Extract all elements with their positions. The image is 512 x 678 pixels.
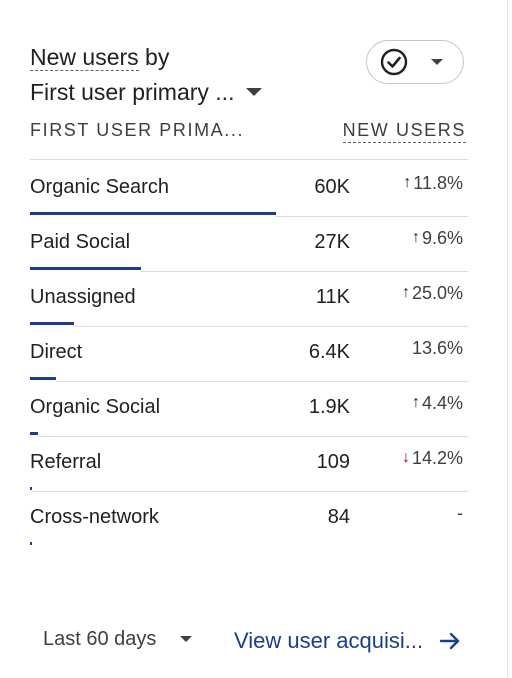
row-change-value: 11.8% [413,173,463,193]
card-title: New users by [30,42,169,72]
arrow-up-icon: ↑ [401,284,410,301]
dimension-label: First user primary ... [30,79,235,105]
row-share-bar [30,432,38,435]
row-share-bar [30,487,32,490]
arrow-up-icon: ↑ [403,174,412,191]
arrow-up-icon: ↑ [411,229,420,246]
date-range-dropdown-icon [180,636,193,642]
title-by: by [138,44,170,70]
row-share-bar [30,322,75,325]
row-change: 13.6% [412,335,463,361]
row-change-value: 25.0% [411,283,463,303]
arrow-down-icon: ↓ [401,449,410,466]
row-divider [276,216,468,217]
row-label[interactable]: Organic Social [30,394,160,420]
row-value: 1.9K [308,396,350,418]
header-divider [30,159,468,160]
view-link-label: View user acquisi... [234,628,424,653]
row-share-bar [30,542,32,545]
row-value: 11K [315,286,350,308]
column-header-new-users[interactable]: NEW USERS [342,118,466,143]
row-label[interactable]: Organic Search [30,174,169,200]
row-divider [140,271,468,272]
chevron-down-icon [431,59,443,65]
row-value: 6.4K [308,341,350,363]
date-range-selector[interactable]: Last 60 days [43,626,193,652]
row-change: ↑ 11.8% [403,170,463,196]
new-users-card: New users by First user primary ... FIRS… [0,0,508,678]
row-change-value: 13.6% [411,338,463,358]
row-change: ↓ 14.2% [402,445,463,471]
row-value: 27K [314,231,350,253]
row-value: 84 [327,506,350,528]
row-change: - [457,500,463,526]
check-circle-icon [380,48,408,76]
arrow-right-icon [439,632,460,650]
column-header-dimension: FIRST USER PRIMA... [30,120,245,140]
row-value: 60K [314,176,350,198]
row-change-value: 14.2% [411,448,463,468]
view-user-acquisition-link[interactable]: View user acquisi... [234,627,461,655]
row-value: 109 [316,451,350,473]
compare-button[interactable] [366,40,464,84]
arrow-up-icon: ↑ [411,394,420,411]
row-divider [56,381,468,382]
row-share-bar [30,267,141,270]
row-divider [31,491,468,492]
row-label[interactable]: Referral [30,449,101,475]
dimension-dropdown-icon [246,88,263,96]
row-change-value: 4.4% [421,393,463,413]
row-divider [37,436,468,437]
date-range-label: Last 60 days [43,628,157,650]
dimension-selector[interactable]: First user primary ... [30,77,263,107]
row-share-bar [30,377,57,380]
row-label[interactable]: Paid Social [30,229,130,255]
row-change-value: - [457,503,463,523]
row-label[interactable]: Unassigned [30,284,136,310]
row-change-value: 9.6% [421,228,463,248]
row-label[interactable]: Cross-network [30,504,159,530]
row-change: ↑ 25.0% [402,280,463,306]
row-label[interactable]: Direct [30,339,82,365]
row-share-bar [30,212,276,215]
metric-name[interactable]: New users [30,44,139,71]
row-change: ↑ 4.4% [412,390,463,416]
row-divider [74,326,468,327]
row-change: ↑ 9.6% [412,225,463,251]
